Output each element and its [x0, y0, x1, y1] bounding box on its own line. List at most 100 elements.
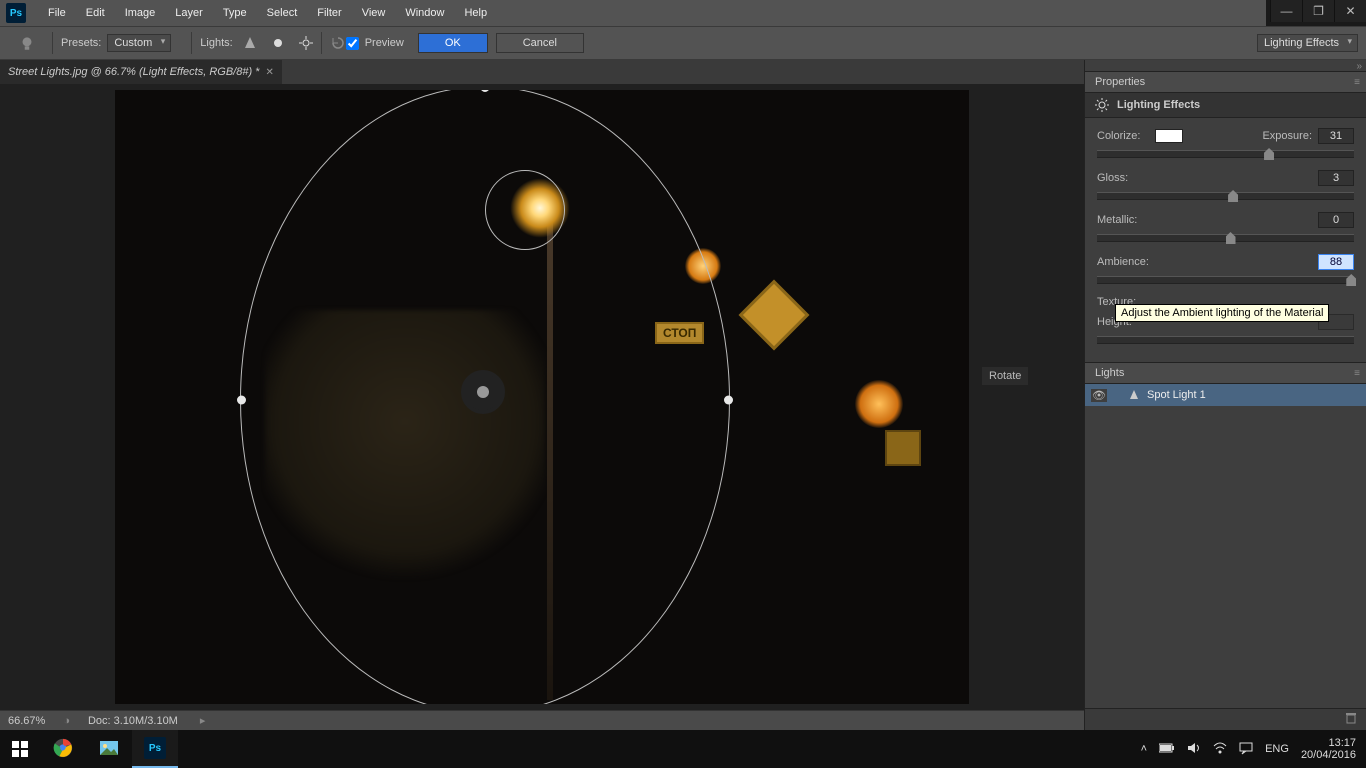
menu-select[interactable]: Select — [257, 0, 308, 26]
options-bar: Presets: Custom Lights: Preview OK Cance… — [0, 26, 1366, 60]
document-tab-label: Street Lights.jpg @ 66.7% (Light Effects… — [8, 66, 259, 78]
presets-dropdown[interactable]: Custom — [107, 34, 171, 52]
reset-light-icon[interactable] — [330, 35, 346, 51]
tray-time: 13:17 — [1301, 737, 1356, 749]
scene-warning-sign — [739, 280, 810, 351]
spot-light-icon[interactable] — [243, 36, 257, 50]
tray-language[interactable]: ENG — [1265, 743, 1289, 755]
scene-stop-sign: СТОП — [655, 322, 704, 344]
taskbar-chrome[interactable] — [40, 730, 86, 768]
windows-taskbar: Ps ˄ ENG 13:17 20/04/2016 — [0, 730, 1366, 768]
colorize-label: Colorize: — [1097, 130, 1155, 142]
menu-type[interactable]: Type — [213, 0, 257, 26]
metallic-label: Metallic: — [1097, 214, 1155, 226]
menu-bar: Ps File Edit Image Layer Type Select Fil… — [0, 0, 1266, 26]
status-view-icon[interactable]: ◑ — [63, 715, 70, 727]
menu-view[interactable]: View — [352, 0, 396, 26]
ambience-tooltip: Adjust the Ambient lighting of the Mater… — [1115, 304, 1329, 322]
ellipse-handle-left[interactable] — [237, 396, 246, 405]
properties-panel-tab[interactable]: Properties ≡ — [1085, 72, 1366, 93]
tray-volume-icon[interactable] — [1187, 741, 1201, 758]
win-restore[interactable]: ❐ — [1302, 0, 1334, 22]
start-button[interactable] — [0, 730, 40, 768]
properties-subheader-label: Lighting Effects — [1117, 99, 1200, 111]
filter-mode-dropdown[interactable]: Lighting Effects — [1257, 34, 1358, 52]
lights-item-label: Spot Light 1 — [1147, 389, 1206, 401]
tray-clock[interactable]: 13:17 20/04/2016 — [1301, 737, 1356, 761]
lights-flyout-icon[interactable]: ≡ — [1354, 368, 1360, 379]
taskbar-photoshop[interactable]: Ps — [132, 730, 178, 768]
scene-pedestrian-sign — [885, 430, 921, 466]
lights-label: Lights: — [200, 37, 232, 49]
menu-file[interactable]: File — [38, 0, 76, 26]
tray-wifi-icon[interactable] — [1213, 741, 1227, 758]
metallic-slider[interactable] — [1097, 234, 1354, 242]
trash-icon[interactable] — [1344, 711, 1358, 728]
menu-edit[interactable]: Edit — [76, 0, 115, 26]
gloss-value[interactable]: 3 — [1318, 170, 1354, 186]
preview-checkbox[interactable] — [346, 37, 359, 50]
ambience-slider[interactable] — [1097, 276, 1354, 284]
visibility-toggle-icon[interactable]: 👁 — [1091, 389, 1107, 402]
document-tab[interactable]: Street Lights.jpg @ 66.7% (Light Effects… — [0, 60, 282, 84]
right-panels: » Properties ≡ Lighting Effects Colorize… — [1084, 60, 1366, 730]
menu-help[interactable]: Help — [454, 0, 497, 26]
point-light-icon[interactable] — [271, 36, 285, 50]
system-tray: ˄ ENG 13:17 20/04/2016 — [1141, 737, 1366, 761]
menu-image[interactable]: Image — [115, 0, 166, 26]
light-intensity-ring[interactable] — [461, 370, 505, 414]
tray-chevron-up-icon[interactable]: ˄ — [1141, 743, 1147, 755]
height-slider — [1097, 336, 1354, 344]
taskbar-photos[interactable] — [86, 730, 132, 768]
spot-light-thumb-icon — [1127, 388, 1141, 402]
document-tab-bar: Street Lights.jpg @ 66.7% (Light Effects… — [0, 60, 1084, 84]
status-flyout-icon[interactable]: ▸ — [200, 714, 206, 727]
properties-subheader: Lighting Effects — [1085, 93, 1366, 118]
ambience-label: Ambience: — [1097, 256, 1167, 268]
properties-flyout-icon[interactable]: ≡ — [1354, 77, 1360, 88]
gloss-label: Gloss: — [1097, 172, 1155, 184]
lights-list-item[interactable]: 👁 Spot Light 1 — [1085, 384, 1366, 406]
light-hotspot-circle[interactable] — [485, 170, 565, 250]
rotate-tooltip: Rotate — [982, 367, 1028, 385]
tray-action-center-icon[interactable] — [1239, 741, 1253, 758]
lights-panel-tab[interactable]: Lights ≡ — [1085, 363, 1366, 384]
scene-pole — [547, 210, 553, 700]
panel-strip-flyout-icon[interactable]: » — [1356, 61, 1362, 72]
ellipse-handle-top[interactable] — [481, 90, 490, 92]
menu-layer[interactable]: Layer — [165, 0, 213, 26]
ambience-value[interactable]: 88 — [1318, 254, 1354, 270]
lighting-effects-icon — [1095, 98, 1109, 112]
exposure-slider[interactable] — [1097, 150, 1354, 158]
infinite-light-icon[interactable] — [299, 36, 313, 50]
status-bar: 66.67% ◑ Doc: 3.10M/3.10M ▸ — [0, 710, 1084, 730]
close-icon[interactable]: ✕ — [265, 67, 273, 78]
canvas-area: СТОП ↻ — [0, 84, 1084, 710]
menu-filter[interactable]: Filter — [307, 0, 351, 26]
metallic-value[interactable]: 0 — [1318, 212, 1354, 228]
scene-foliage — [265, 310, 545, 590]
colorize-swatch[interactable] — [1155, 129, 1183, 143]
win-close[interactable]: ✕ — [1334, 0, 1366, 22]
ok-button[interactable]: OK — [418, 33, 488, 53]
lights-panel-title: Lights — [1095, 367, 1124, 379]
gloss-slider[interactable] — [1097, 192, 1354, 200]
cancel-button[interactable]: Cancel — [496, 33, 584, 53]
tray-battery-icon[interactable] — [1159, 743, 1175, 756]
scene-traffic-glow-2 — [855, 380, 903, 428]
ellipse-handle-right[interactable] — [724, 396, 733, 405]
presets-label: Presets: — [61, 37, 101, 49]
win-minimize[interactable]: — — [1270, 0, 1302, 22]
document-canvas[interactable]: СТОП ↻ — [115, 90, 969, 704]
properties-panel-title: Properties — [1095, 76, 1145, 88]
status-doc-size[interactable]: Doc: 3.10M/3.10M — [88, 715, 178, 727]
app-logo: Ps — [6, 3, 26, 23]
status-zoom[interactable]: 66.67% — [8, 715, 45, 727]
tray-date: 20/04/2016 — [1301, 749, 1356, 761]
exposure-value[interactable]: 31 — [1318, 128, 1354, 144]
preview-label: Preview — [365, 37, 404, 49]
exposure-label: Exposure: — [1262, 130, 1312, 142]
scene-traffic-glow — [685, 248, 721, 284]
lights-list: 👁 Spot Light 1 — [1085, 384, 1366, 708]
menu-window[interactable]: Window — [395, 0, 454, 26]
